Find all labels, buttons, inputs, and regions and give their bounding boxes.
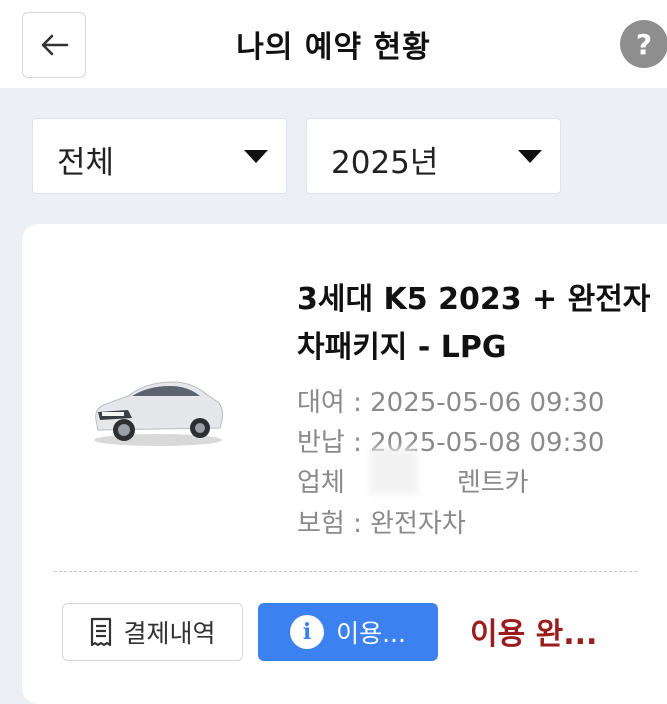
- app-header: 나의 예약 현황 ?: [0, 0, 667, 88]
- usage-info-label: 이용...: [336, 619, 406, 648]
- car-title-line: 3세대 K5 2023 + 완전자: [297, 282, 651, 317]
- caret-down-icon: [244, 150, 268, 163]
- card-divider: [54, 571, 637, 572]
- category-filter-select[interactable]: 전체: [32, 118, 287, 194]
- company-name: 렌트카: [456, 468, 529, 498]
- help-circle-icon: ?: [635, 27, 653, 61]
- year-filter-select[interactable]: 2025년: [306, 118, 561, 194]
- help-button[interactable]: ?: [620, 20, 667, 68]
- payment-history-label: 결제내역: [123, 619, 216, 648]
- insurance-type: 보험 : 완전자차: [297, 509, 466, 539]
- category-filter-value: 전체: [57, 145, 115, 181]
- car-title: 3세대 K5 2023 + 완전자 차패키지 - LPG: [297, 276, 667, 372]
- rent-datetime: 대여 : 2025-05-06 09:30: [297, 388, 605, 418]
- page-title: 나의 예약 현황: [236, 30, 431, 65]
- car-title-line: 차패키지 - LPG: [297, 330, 507, 365]
- info-icon: i: [290, 615, 325, 649]
- usage-info-button[interactable]: i 이용...: [258, 603, 438, 661]
- reservation-status: 이용 완...: [470, 617, 598, 652]
- redacted-area: [370, 448, 418, 494]
- year-filter-value: 2025년: [331, 145, 439, 181]
- payment-history-button[interactable]: 결제내역: [62, 603, 243, 661]
- car-image: [94, 381, 223, 446]
- company-label: 업체: [297, 468, 345, 498]
- caret-down-icon: [518, 150, 542, 163]
- receipt-icon: [91, 617, 112, 647]
- return-datetime: 반납 : 2025-05-08 09:30: [297, 428, 605, 458]
